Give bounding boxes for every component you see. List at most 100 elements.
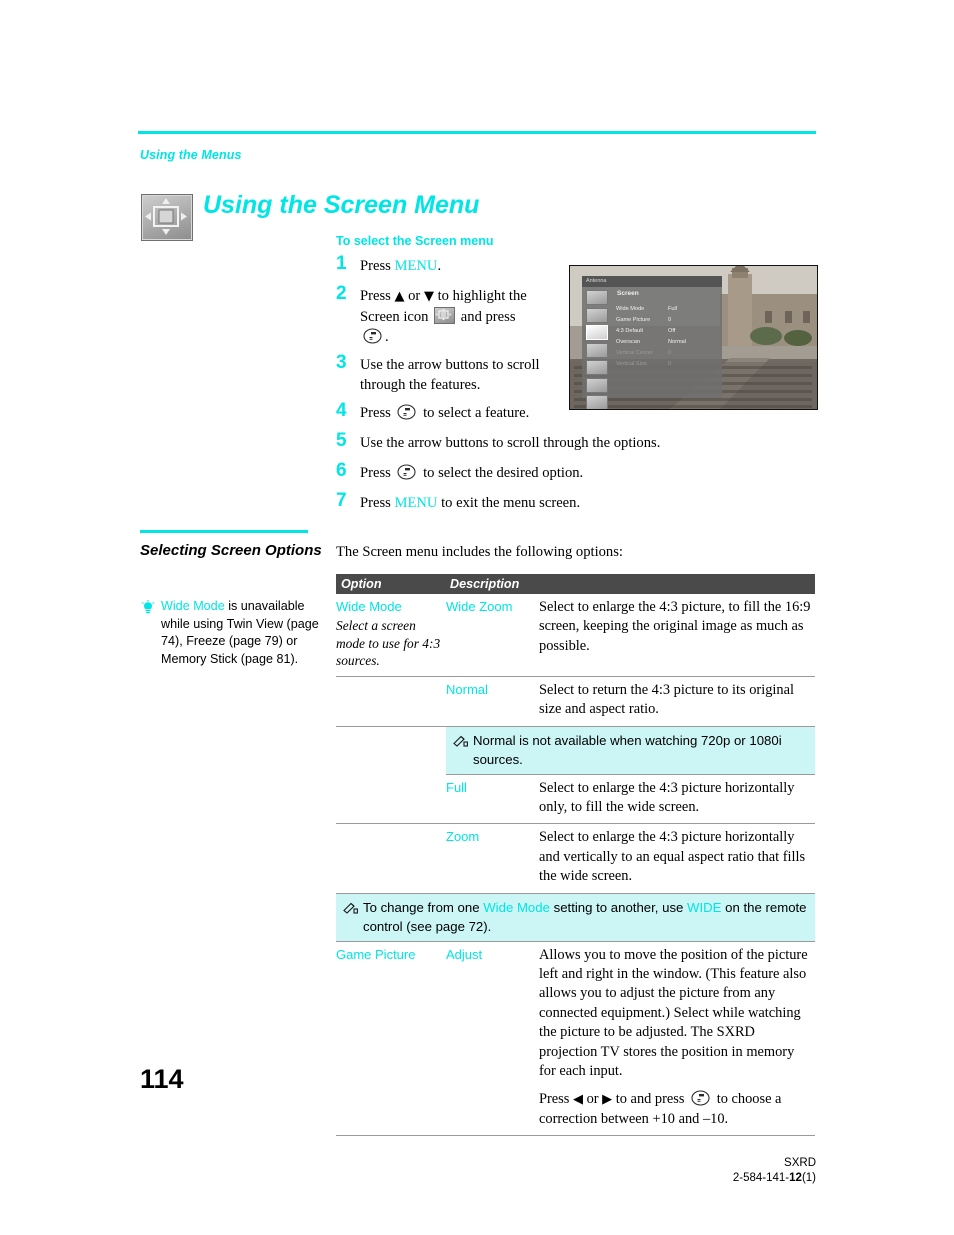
step-text-tail: to select a feature. [419, 405, 530, 421]
select-button-icon [397, 404, 417, 420]
osd-icon-column [586, 290, 610, 409]
step-number: 1 [336, 253, 347, 274]
column-header-description: Description [450, 577, 520, 591]
osd-row: Overscan Normal [616, 337, 716, 348]
step-1: 1 Press MENU. [336, 253, 576, 278]
osd-icon-audio [586, 307, 608, 323]
step-text: Press [360, 258, 395, 274]
cell-value: Normal [446, 677, 539, 726]
table-header-row: Option Description [336, 574, 815, 594]
step-text: Press [360, 495, 395, 511]
select-button-icon [397, 464, 417, 480]
document-footer: SXRD 2-584-141-12(1) [733, 1156, 816, 1186]
running-head: Using the Menus [140, 148, 242, 162]
table-row: Wide Mode Select a screen mode to use fo… [336, 594, 815, 677]
procedure-heading: To select the Screen menu [336, 234, 494, 248]
step-text: Screen icon [360, 309, 433, 325]
sidebar-tip-text: Wide Mode is unavailable while using Twi… [161, 598, 330, 668]
step-text: Press [360, 405, 395, 421]
note-text-a: To change from one [363, 899, 484, 915]
cell-description: Allows you to move the position of the p… [539, 942, 815, 1136]
footer-code: 2-584-141-12(1) [733, 1171, 816, 1186]
osd-icon-setup [586, 377, 608, 393]
step-number: 3 [336, 352, 347, 373]
step-text: Press [360, 288, 395, 304]
cell-description: Select to return the 4:3 picture to its … [539, 681, 794, 718]
cell-option: Wide Mode Select a screen mode to use fo… [336, 594, 446, 676]
screen-options-table: Option Description Wide Mode Select a sc… [336, 574, 815, 1137]
osd-row-value: Full [668, 306, 678, 312]
osd-row-label: Wide Mode [616, 306, 645, 312]
sidebar-tip: Wide Mode is unavailable while using Twi… [140, 598, 330, 668]
cell-value: Zoom [446, 824, 539, 892]
note-pen-icon [453, 733, 468, 747]
osd-row-value: 0 [668, 350, 672, 356]
note-box: To change from one Wide Mode setting to … [336, 893, 815, 942]
osd-row-label: Vertical Center [616, 350, 653, 356]
osd-row-label: Game Picture [616, 317, 651, 323]
osd-icon-memorystick [586, 395, 608, 409]
menu-keyword: MENU [394, 258, 438, 274]
header-rule [138, 131, 816, 134]
step-text: Press [360, 465, 395, 481]
step-number: 6 [336, 460, 347, 481]
value-name: Adjust [446, 946, 483, 962]
osd-input-label: Antenna [582, 276, 722, 287]
select-button-icon [363, 328, 382, 344]
tv-osd-menu: Antenna Screen Wide Mode Full Game Pictur… [582, 276, 722, 409]
step-text: Use the arrow buttons to scroll through … [360, 357, 540, 393]
cell-option: Game Picture [336, 942, 446, 1136]
note-box: Normal is not available when watching 72… [446, 726, 815, 775]
step-text-tail: to exit the menu screen. [437, 495, 581, 511]
step-text: to highlight the [433, 288, 527, 304]
step-text: or [404, 288, 424, 304]
footer-brand: SXRD [784, 1157, 816, 1169]
screen-menu-icon [434, 307, 456, 324]
note-keyword-wide: WIDE [687, 899, 722, 915]
value-name: Normal [446, 681, 488, 697]
cell-option [336, 677, 446, 726]
option-subtext: Select a screen mode to use for 4:3 sour… [336, 618, 441, 669]
step-4: 4 Press to select a feature. [336, 400, 576, 425]
step-3: 3 Use the arrow buttons to scroll throug… [336, 352, 576, 395]
desc-text: to and press [612, 1091, 689, 1108]
step-number: 2 [336, 283, 347, 304]
osd-row: Vertical Center 0 [616, 348, 716, 359]
note-text-b: setting to another, use [549, 899, 688, 915]
step-text: . [385, 329, 389, 345]
osd-icon-video [586, 290, 608, 305]
desc-text: Press [539, 1091, 573, 1108]
arrow-down-icon: ▼ [423, 289, 434, 304]
cell-value: Adjust [446, 942, 539, 1136]
step-text: Use the arrow buttons to scroll through … [360, 435, 661, 451]
osd-icon-channel [586, 342, 608, 358]
table-row: Full Select to enlarge the 4:3 picture h… [336, 775, 815, 825]
cell-description: Select to enlarge the 4:3 picture, to fi… [539, 599, 811, 654]
description-paragraph-2: Press ◀ or ▶ to and press to choose a co… [539, 1090, 813, 1129]
tip-keyword: Wide Mode [161, 599, 225, 613]
osd-row-value: 0 [668, 361, 672, 367]
osd-icon-parental [586, 360, 608, 375]
cell-description: Select to enlarge the 4:3 picture horizo… [539, 779, 795, 815]
footer-code-prefix: 2-584-141- [732, 1172, 790, 1184]
note-text: Normal is not available when watching 72… [473, 732, 782, 767]
value-name: Full [446, 779, 467, 795]
arrow-up-icon: ▲ [394, 289, 405, 304]
screen-menu-icon [141, 194, 193, 241]
osd-row-value: 0 [668, 317, 672, 323]
osd-menu-title: Screen [617, 290, 639, 297]
step-6: 6 Press to select the desired option. [336, 460, 583, 485]
cell-value: Full [446, 775, 539, 824]
step-5: 5 Use the arrow buttons to scroll throug… [336, 430, 660, 455]
column-header-option: Option [341, 577, 382, 591]
osd-icon-screen [586, 325, 608, 340]
lightbulb-icon [140, 600, 156, 616]
osd-row: Vertical Size 0 [616, 359, 716, 370]
osd-row-label: Overscan [616, 339, 640, 345]
option-name: Game Picture [336, 946, 416, 962]
osd-row: Wide Mode Full [616, 304, 716, 315]
option-name: Wide Mode [336, 599, 402, 614]
description-paragraph: Allows you to move the position of the p… [539, 946, 808, 1080]
step-number: 4 [336, 400, 347, 421]
step-2: 2 Press ▲ or ▼ to highlight the Screen i… [336, 283, 576, 347]
